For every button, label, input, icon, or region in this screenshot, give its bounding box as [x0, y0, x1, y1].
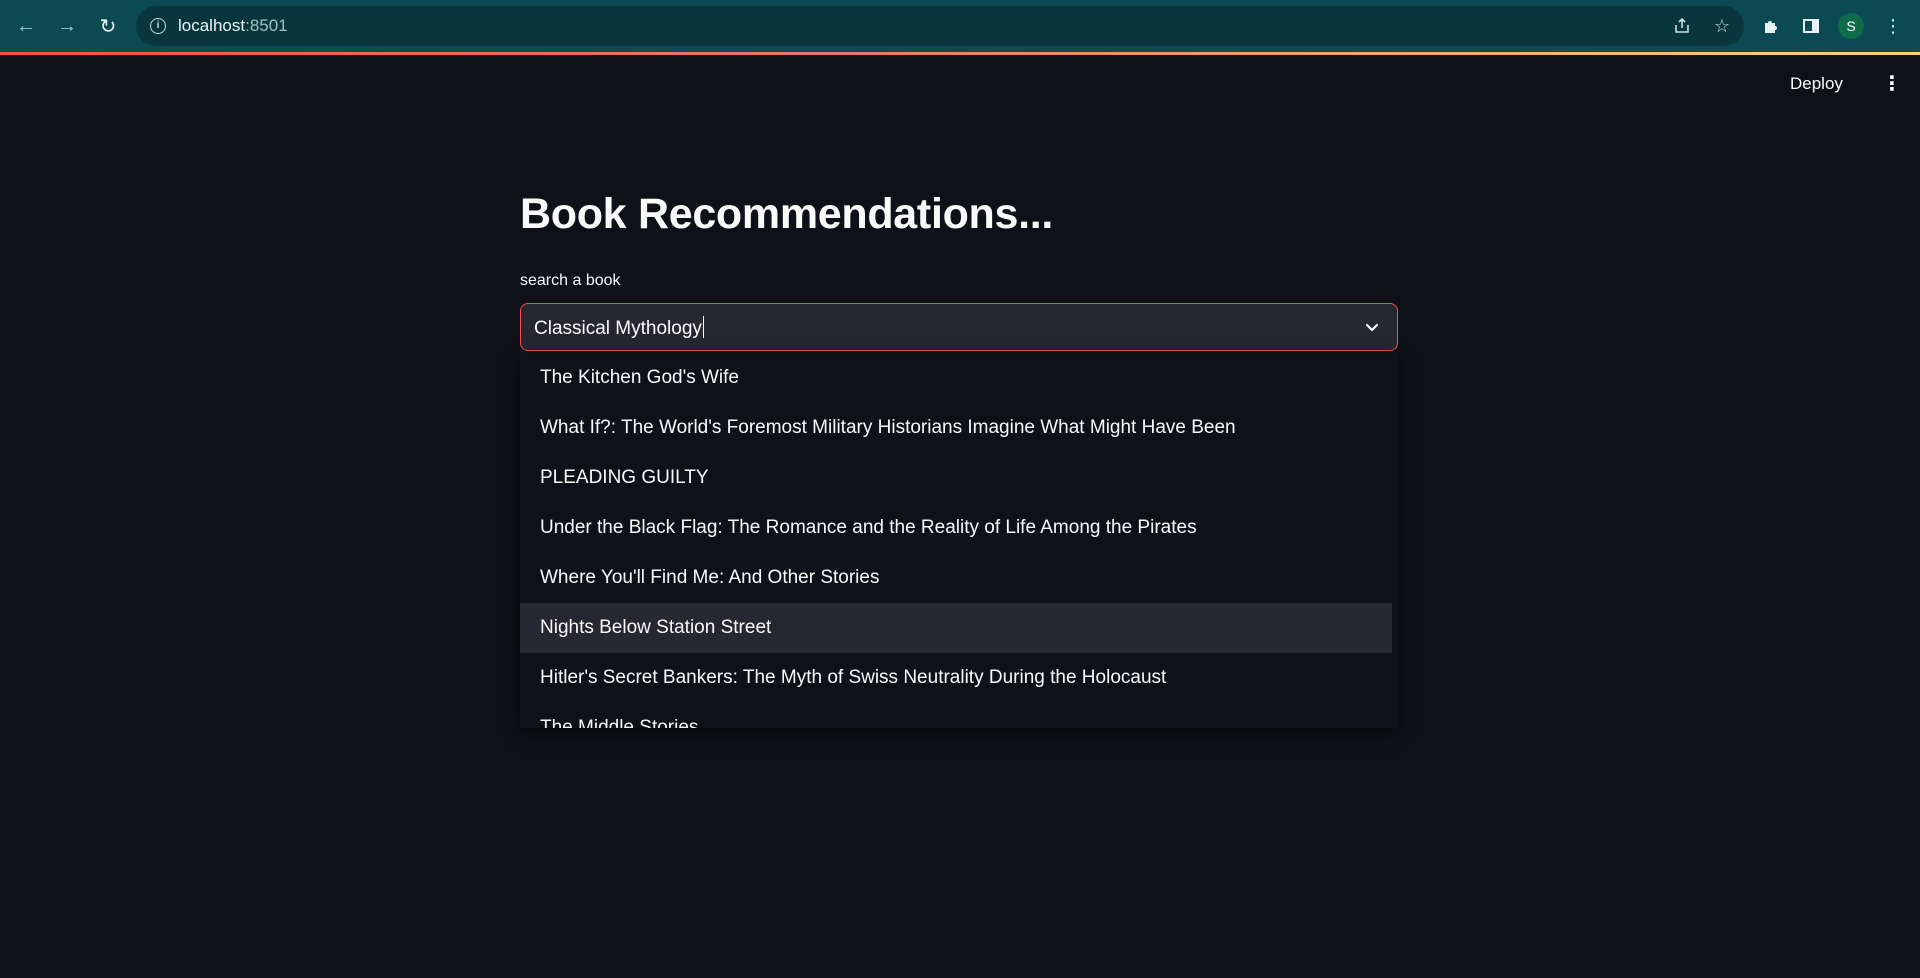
- avatar[interactable]: S: [1838, 13, 1864, 39]
- search-label: search a book: [520, 272, 621, 289]
- option-item[interactable]: Hitler's Secret Bankers: The Myth of Swi…: [520, 653, 1392, 703]
- option-item[interactable]: Under the Black Flag: The Romance and th…: [520, 503, 1392, 553]
- back-icon[interactable]: ←: [12, 13, 40, 39]
- option-item[interactable]: Where You'll Find Me: And Other Stories: [520, 553, 1392, 603]
- url-port: :8501: [245, 16, 288, 35]
- page-title: Book Recommendations...: [520, 190, 1054, 238]
- kebab-icon[interactable]: ⋮: [1880, 13, 1906, 39]
- option-item[interactable]: The Middle Stories: [520, 703, 1392, 728]
- select-value-text: Classical Mythology: [534, 318, 702, 339]
- option-item[interactable]: PLEADING GUILTY: [520, 453, 1392, 503]
- option-item[interactable]: The Kitchen God's Wife: [520, 353, 1392, 403]
- url-text[interactable]: localhost:8501: [178, 16, 288, 36]
- options-list[interactable]: The Kitchen God's Wife What If?: The Wor…: [520, 353, 1398, 728]
- reload-icon[interactable]: ↻: [94, 13, 122, 39]
- forward-icon[interactable]: →: [53, 13, 81, 39]
- share-icon[interactable]: [1670, 14, 1694, 38]
- book-select[interactable]: Classical Mythology: [520, 303, 1398, 351]
- option-item[interactable]: What If?: The World's Foremost Military …: [520, 403, 1392, 453]
- text-caret: [702, 316, 705, 338]
- browser-toolbar: ← → ↻ i localhost:8501 ☆ S ⋮: [0, 0, 1920, 52]
- url-host: localhost: [178, 16, 246, 35]
- decoration-bar: [0, 52, 1920, 55]
- option-item-highlighted[interactable]: Nights Below Station Street: [520, 603, 1392, 653]
- sidepanel-icon[interactable]: [1798, 13, 1824, 39]
- puzzle-icon[interactable]: [1758, 13, 1784, 39]
- select-input[interactable]: Classical Mythology: [534, 316, 705, 340]
- info-icon[interactable]: i: [150, 18, 166, 34]
- chevron-down-icon[interactable]: [1363, 318, 1381, 336]
- main-menu-icon[interactable]: ⋮: [1880, 70, 1904, 98]
- address-bar[interactable]: i localhost:8501 ☆: [136, 6, 1744, 46]
- star-icon[interactable]: ☆: [1710, 14, 1734, 38]
- deploy-button[interactable]: Deploy: [1790, 70, 1843, 98]
